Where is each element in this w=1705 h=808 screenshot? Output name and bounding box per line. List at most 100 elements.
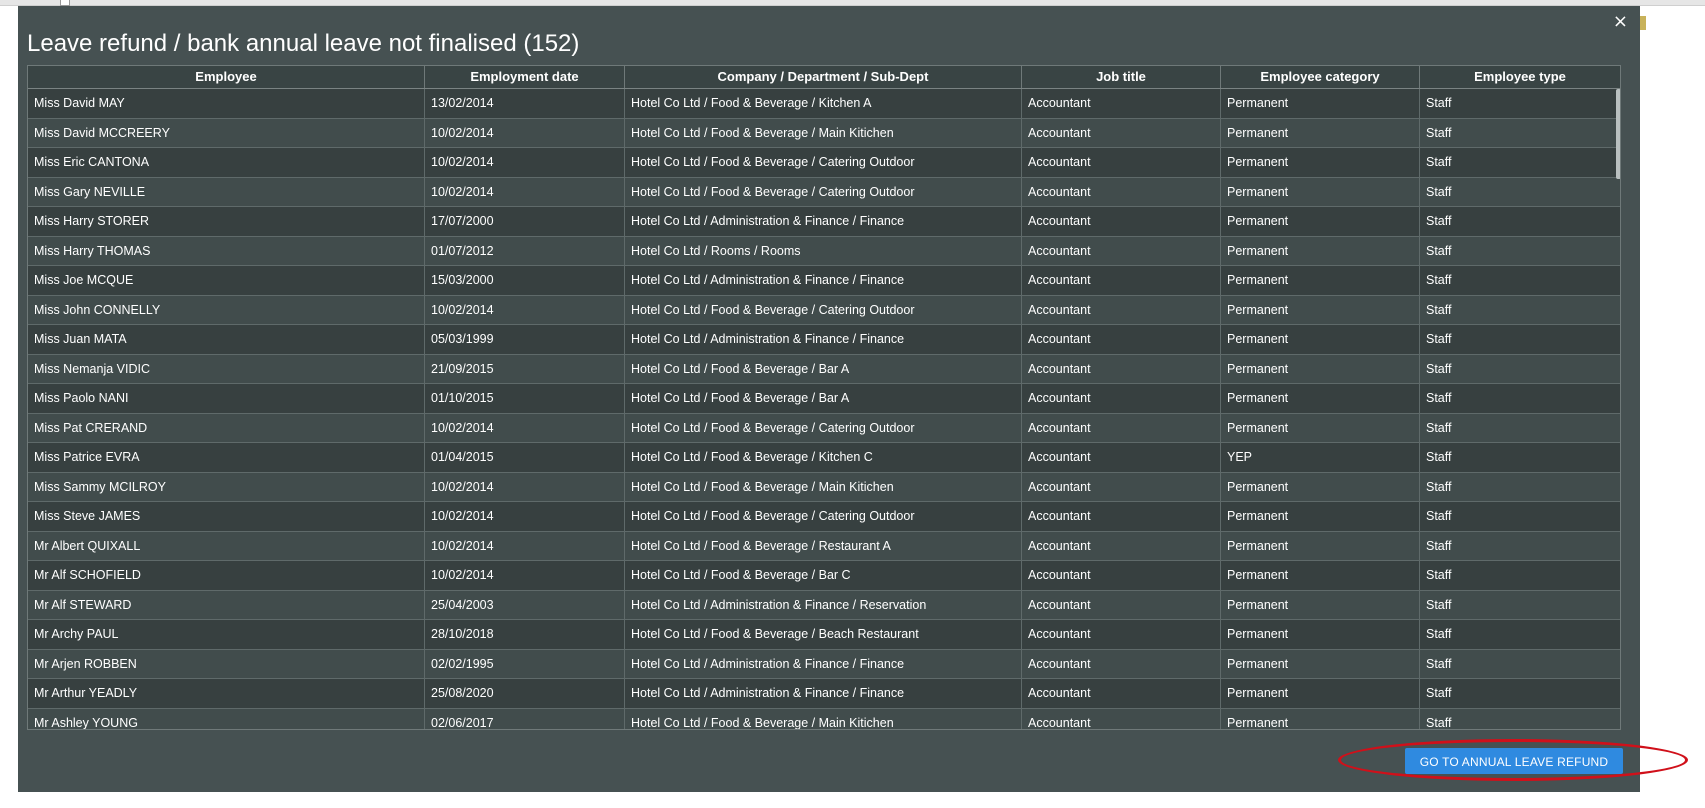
table-row[interactable]: Miss Harry STORER 17/07/2000 Hotel Co Ltd … [28,207,1620,237]
cell-employee-type: Staff [1426,509,1452,523]
cell-employee-category: Permanent [1221,561,1420,590]
cell-employee-type: Staff [1426,538,1452,553]
table-row[interactable]: Mr Ashley YOUNG 02/06/2017 Hotel Co Ltd / … [28,708,1620,729]
cell-employment-date: 21/09/2015 [425,354,625,383]
cell-employee-type: Staff [1426,332,1452,346]
column-header-employee-category[interactable]: Employee category [1221,66,1420,88]
cell-employee: Miss Sammy MCILROY [28,472,425,501]
cell-company-department: Hotel Co Ltd / Administration & Finance … [625,649,1022,678]
cell-employee-category: Permanent [1221,148,1420,177]
cell-company-department: Hotel Co Ltd / Administration & Finance … [625,207,1022,236]
cell-employment-date: 10/02/2014 [425,561,625,590]
table-row[interactable]: Miss Pat CRERAND 10/02/2014 Hotel Co Ltd /… [28,413,1620,443]
cell-employee-type: Staff [1426,597,1452,612]
background-marker [1640,16,1646,30]
cell-job-title: Accountant [1022,295,1221,324]
background-page-edge [1640,6,1705,796]
cell-employee-category: Permanent [1221,502,1420,531]
table-row[interactable]: Miss Joe MCQUE 15/03/2000 Hotel Co Ltd / A… [28,266,1620,296]
cell-company-department: Hotel Co Ltd / Food & Beverage / Caterin… [625,148,1022,177]
cell-company-department: Hotel Co Ltd / Food & Beverage / Bar C [625,561,1022,590]
close-icon[interactable]: × [1613,12,1628,32]
cell-job-title: Accountant [1022,620,1221,649]
cell-job-title: Accountant [1022,325,1221,354]
cell-job-title: Accountant [1022,502,1221,531]
cell-employee-category: Permanent [1221,590,1420,619]
cell-job-title: Accountant [1022,384,1221,413]
table-row[interactable]: Miss Steve JAMES 10/02/2014 Hotel Co Ltd /… [28,502,1620,532]
cell-job-title: Accountant [1022,89,1221,118]
cell-employee-type: Staff [1426,420,1452,435]
column-header-company-department[interactable]: Company / Department / Sub-Dept [625,66,1022,88]
cell-employee-type: Staff [1426,361,1452,376]
cell-employee: Mr Archy PAUL [28,620,425,649]
table-row[interactable]: Mr Archy PAUL 28/10/2018 Hotel Co Ltd / Fo… [28,620,1620,650]
table-row[interactable]: Miss Juan MATA 05/03/1999 Hotel Co Ltd / A… [28,325,1620,355]
cell-company-department: Hotel Co Ltd / Administration & Finance … [625,325,1022,354]
cell-employee-type: Staff [1426,184,1452,199]
column-header-employment-date[interactable]: Employment date [425,66,625,88]
table-row[interactable]: Mr Arjen ROBBEN 02/02/1995 Hotel Co Ltd / … [28,649,1620,679]
table-row[interactable]: Miss Patrice EVRA 01/04/2015 Hotel Co Ltd … [28,443,1620,473]
column-header-job-title[interactable]: Job title [1022,66,1221,88]
table-row[interactable]: Miss David MAY 13/02/2014 Hotel Co Ltd / F… [28,89,1620,119]
cell-employee: Mr Alf SCHOFIELD [28,561,425,590]
cell-company-department: Hotel Co Ltd / Rooms / Rooms [625,236,1022,265]
column-header-employee[interactable]: Employee [28,66,425,88]
cell-employee: Miss Steve JAMES [28,502,425,531]
cell-job-title: Accountant [1022,266,1221,295]
cell-job-title: Accountant [1022,590,1221,619]
cell-employee-category: Permanent [1221,325,1420,354]
cell-employee-type: Staff [1426,568,1452,582]
cell-employment-date: 01/10/2015 [425,384,625,413]
cell-employee-category: Permanent [1221,207,1420,236]
cell-company-department: Hotel Co Ltd / Food & Beverage / Bar A [625,384,1022,413]
cell-company-department: Hotel Co Ltd / Administration & Finance … [625,679,1022,708]
cell-employment-date: 02/06/2017 [425,708,625,729]
table-row[interactable]: Miss Nemanja VIDIC 21/09/2015 Hotel Co Ltd… [28,354,1620,384]
cell-employee: Miss David MAY [28,89,425,118]
dialog-title: Leave refund / bank annual leave not fin… [27,30,580,57]
table-row[interactable]: Miss Sammy MCILROY 10/02/2014 Hotel Co Ltd… [28,472,1620,502]
cell-company-department: Hotel Co Ltd / Food & Beverage / Caterin… [625,502,1022,531]
table-row[interactable]: Miss Paolo NANI 01/10/2015 Hotel Co Ltd / … [28,384,1620,414]
table-row[interactable]: Mr Alf STEWARD 25/04/2003 Hotel Co Ltd / A… [28,590,1620,620]
cell-job-title: Accountant [1022,148,1221,177]
cell-company-department: Hotel Co Ltd / Food & Beverage / Kitchen… [625,443,1022,472]
go-to-annual-leave-refund-button[interactable]: GO TO ANNUAL LEAVE REFUND [1405,748,1623,774]
cell-employee: Miss Joe MCQUE [28,266,425,295]
employee-table: Employee Employment date Company / Depar… [27,65,1621,730]
cell-employee: Miss Harry THOMAS [28,236,425,265]
table-row[interactable]: Mr Alf SCHOFIELD 10/02/2014 Hotel Co Ltd /… [28,561,1620,591]
table-row[interactable]: Mr Arthur YEADLY 25/08/2020 Hotel Co Ltd /… [28,679,1620,709]
table-row[interactable]: Miss David MCCREERY 10/02/2014 Hotel Co Lt… [28,118,1620,148]
cell-employee-category: Permanent [1221,384,1420,413]
cell-company-department: Hotel Co Ltd / Food & Beverage / Main Ki… [625,708,1022,729]
cell-company-department: Hotel Co Ltd / Food & Beverage / Main Ki… [625,118,1022,147]
table-row[interactable]: Miss John CONNELLY 10/02/2014 Hotel Co Ltd… [28,295,1620,325]
cell-employee-category: Permanent [1221,354,1420,383]
cell-employee: Miss Patrice EVRA [28,443,425,472]
cell-employee-type: Staff [1426,479,1452,494]
table-row[interactable]: Miss Harry THOMAS 01/07/2012 Hotel Co Ltd … [28,236,1620,266]
table-row[interactable]: Miss Gary NEVILLE 10/02/2014 Hotel Co Ltd … [28,177,1620,207]
cell-employee-category: Permanent [1221,177,1420,206]
cell-employment-date: 10/02/2014 [425,472,625,501]
table-row[interactable]: Mr Albert QUIXALL 10/02/2014 Hotel Co Ltd … [28,531,1620,561]
table-header: Employee Employment date Company / Depar… [28,66,1620,89]
scrollbar-thumb[interactable] [1616,89,1620,179]
cell-employee-category: Permanent [1221,708,1420,729]
cell-employment-date: 01/04/2015 [425,443,625,472]
table-scrollbar[interactable] [1615,89,1620,729]
cell-employee-type: Staff [1426,627,1452,641]
cell-job-title: Accountant [1022,354,1221,383]
table-body: Miss David MAY 13/02/2014 Hotel Co Ltd / F… [28,89,1620,729]
column-header-employee-type[interactable]: Employee type [1420,66,1620,88]
cell-employee: Mr Alf STEWARD [28,590,425,619]
cell-employee-category: Permanent [1221,413,1420,442]
cell-employment-date: 25/08/2020 [425,679,625,708]
cell-employee-category: Permanent [1221,118,1420,147]
cell-employment-date: 10/02/2014 [425,177,625,206]
table-row[interactable]: Miss Eric CANTONA 10/02/2014 Hotel Co Ltd … [28,148,1620,178]
cell-employee: Miss Nemanja VIDIC [28,354,425,383]
